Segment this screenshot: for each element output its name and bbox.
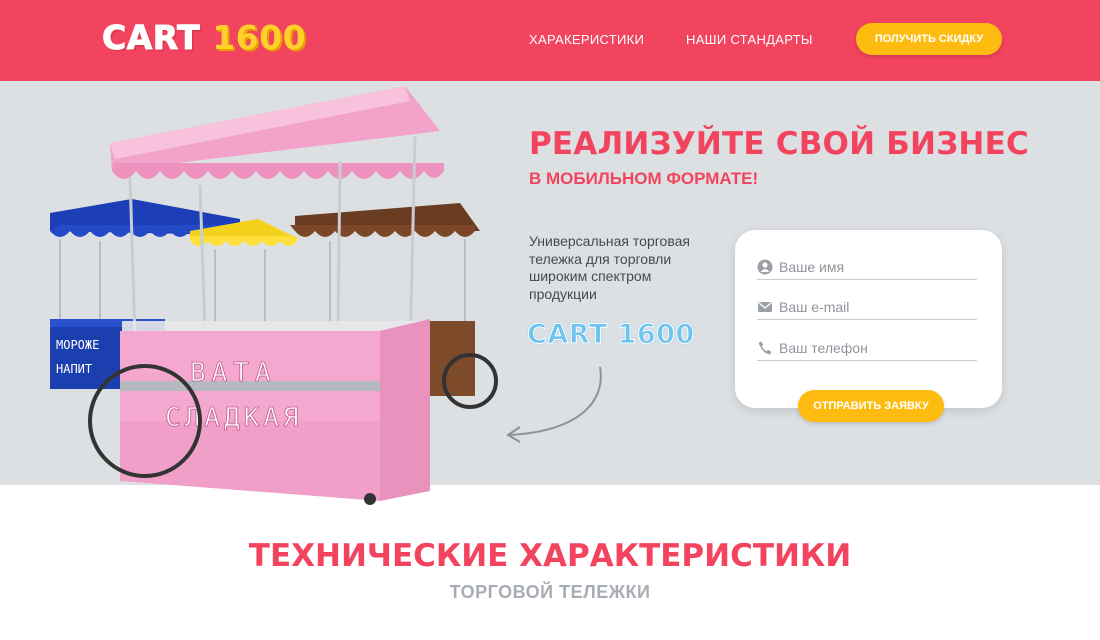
request-form [735, 230, 1002, 408]
get-discount-button[interactable]: ПОЛУЧИТЬ СКИДКУ [856, 23, 1002, 55]
section-title: ТЕХНИЧЕСКИЕ ХАРАКТЕРИСТИКИ [248, 538, 852, 574]
site-header: CART 1600 ХАРАКЕРИСТИКИ НАШИ СТАНДАРТЫ П… [0, 0, 1100, 81]
name-field [757, 254, 977, 280]
nav-link-standards[interactable]: НАШИ СТАНДАРТЫ [686, 32, 813, 47]
site-logo[interactable]: CART 1600 [101, 18, 307, 58]
hero-title: РЕАЛИЗУЙТЕ СВОЙ БИЗНЕС [529, 126, 1029, 162]
submit-request-button[interactable]: ОТПРАВИТЬ ЗАЯВКУ [798, 390, 944, 422]
pink-cart-body: ВАТА СЛАДКАЯ [88, 319, 430, 505]
blue-cart-sign-1: МОРОЖЕ [56, 338, 99, 352]
section-subtitle: ТОРГОВОЙ ТЕЛЕЖКИ [449, 582, 651, 602]
email-field [757, 294, 977, 320]
phone-icon [758, 341, 772, 355]
nav-link-characteristics[interactable]: ХАРАКЕРИСТИКИ [529, 32, 644, 47]
email-input[interactable] [779, 296, 975, 318]
blue-cart-sign-2: НАПИТ [56, 362, 92, 376]
phone-field [757, 335, 977, 361]
name-input[interactable] [779, 256, 975, 278]
yellow-cart [190, 219, 297, 321]
hero-section: МОРОЖЕ НАПИТ ВАТА СЛАДКАЯ РЕАЛИЗУЙТЕ СВО… [0, 81, 1100, 505]
curved-arrow-icon [506, 366, 602, 443]
envelope-icon [758, 302, 772, 312]
hero-subtitle: В МОБИЛЬНОМ ФОРМАТЕ! [529, 169, 759, 188]
cart-illustration: МОРОЖЕ НАПИТ ВАТА СЛАДКАЯ [50, 86, 498, 505]
logo-word-cart: CART [101, 18, 201, 58]
hero-description: Универсальная торговая тележка для торго… [529, 233, 690, 302]
cart-sign-line-1: ВАТА [190, 358, 277, 388]
phone-input[interactable] [779, 337, 975, 359]
cart-sign-line-2: СЛАДКАЯ [165, 403, 303, 433]
logo-word-number: 1600 [212, 18, 307, 57]
hero-logo: CART 1600 [527, 319, 695, 351]
user-icon [757, 259, 773, 275]
